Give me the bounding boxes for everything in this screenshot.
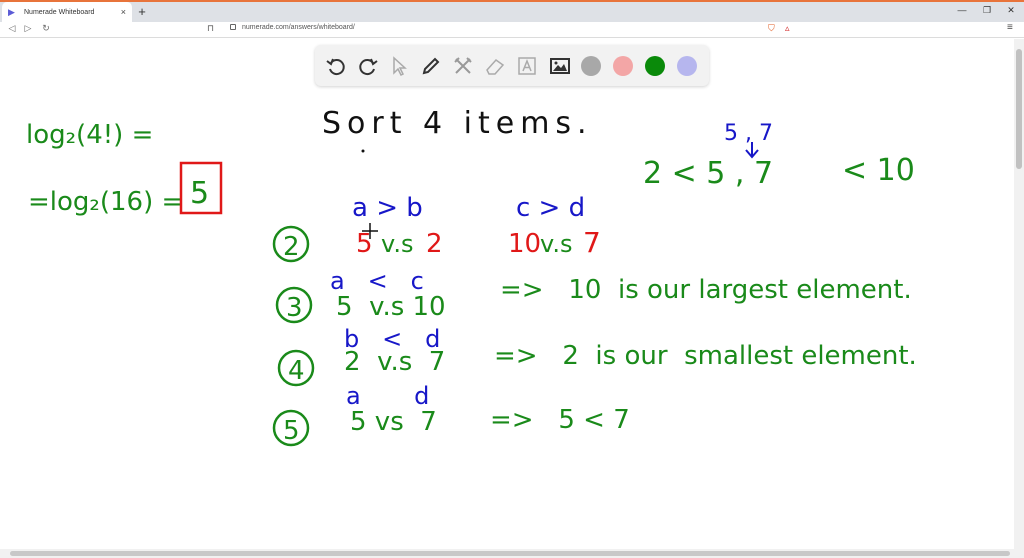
step-3-result: => 10 is our largest element.: [500, 275, 912, 305]
step-2-left-vs: v.s: [381, 230, 413, 258]
step-4-comparison: 2 v.s 7: [344, 347, 445, 377]
step-4-number: 4: [288, 356, 305, 386]
answer-value: 5: [190, 176, 209, 211]
step-3-comparison: 5 v.s 10: [336, 292, 446, 322]
horizontal-scroll-thumb[interactable]: [10, 551, 1010, 556]
step-3-number: 3: [286, 293, 303, 323]
step-5-comparison: 5 vs 7: [350, 407, 437, 437]
log-line-1: log₂(4!) =: [26, 120, 153, 150]
step-3-labels: a < c: [330, 267, 424, 295]
log-line-2: =log₂(16) =: [28, 187, 183, 217]
step-4-result: => 2 is our smallest element.: [494, 341, 917, 371]
horizontal-scrollbar[interactable]: [0, 549, 1024, 558]
step-2-right-vs: v.s: [540, 230, 572, 258]
step-2-number: 2: [283, 232, 300, 262]
page-title: Sort 4 items.: [322, 106, 593, 141]
step-2-left-b: 2: [426, 229, 443, 259]
step-2-right-b: 7: [583, 226, 601, 259]
step-2-top-right: c > d: [516, 193, 585, 223]
stray-dot: [361, 149, 365, 153]
step-5-result: => 5 < 7: [490, 405, 630, 435]
step-2-right-a: 10: [508, 229, 541, 259]
vertical-scroll-thumb[interactable]: [1016, 49, 1022, 169]
step-5-number: 5: [283, 416, 300, 446]
insert-label: 5 , 7: [724, 121, 773, 146]
step-2-top-left: a > b: [352, 193, 423, 223]
step-5-labels: a d: [346, 382, 429, 410]
ordering-left: 2 < 5 , 7: [643, 156, 773, 191]
vertical-scrollbar[interactable]: [1014, 39, 1024, 549]
ordering-right: < 10: [842, 153, 915, 188]
whiteboard-ink-layer: log₂(4!) = =log₂(16) = 5 Sort 4 items. 5…: [26, 106, 917, 447]
